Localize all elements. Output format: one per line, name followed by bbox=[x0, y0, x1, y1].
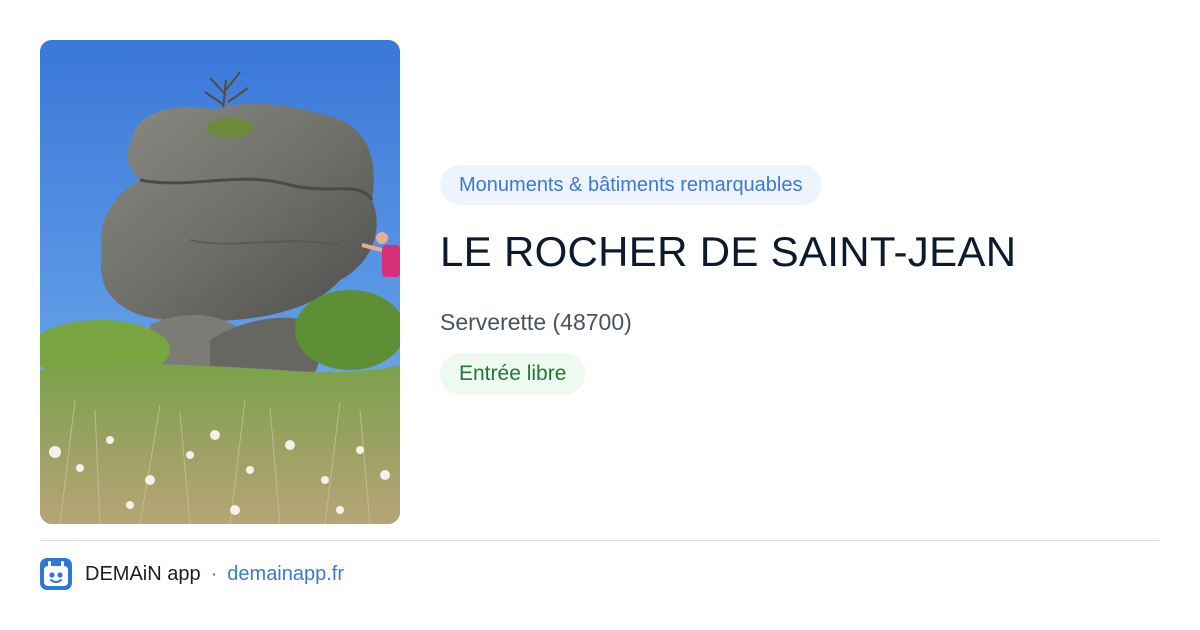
footer-separator: · bbox=[210, 562, 218, 585]
place-info: Monuments & bâtiments remarquables LE RO… bbox=[440, 165, 1160, 395]
place-title: LE ROCHER DE SAINT-JEAN bbox=[440, 228, 1017, 275]
footer: DEMAiN app · demainapp.fr bbox=[40, 558, 344, 590]
access-badge: Entrée libre bbox=[440, 353, 586, 395]
demain-app-icon[interactable] bbox=[40, 558, 72, 590]
place-photo bbox=[40, 40, 400, 524]
site-link[interactable]: demainapp.fr bbox=[227, 563, 344, 586]
app-name: DEMAiN app bbox=[85, 562, 201, 585]
category-tag[interactable]: Monuments & bâtiments remarquables bbox=[440, 165, 822, 205]
place-location: Serverette (48700) bbox=[440, 309, 632, 335]
footer-divider bbox=[40, 540, 1160, 541]
